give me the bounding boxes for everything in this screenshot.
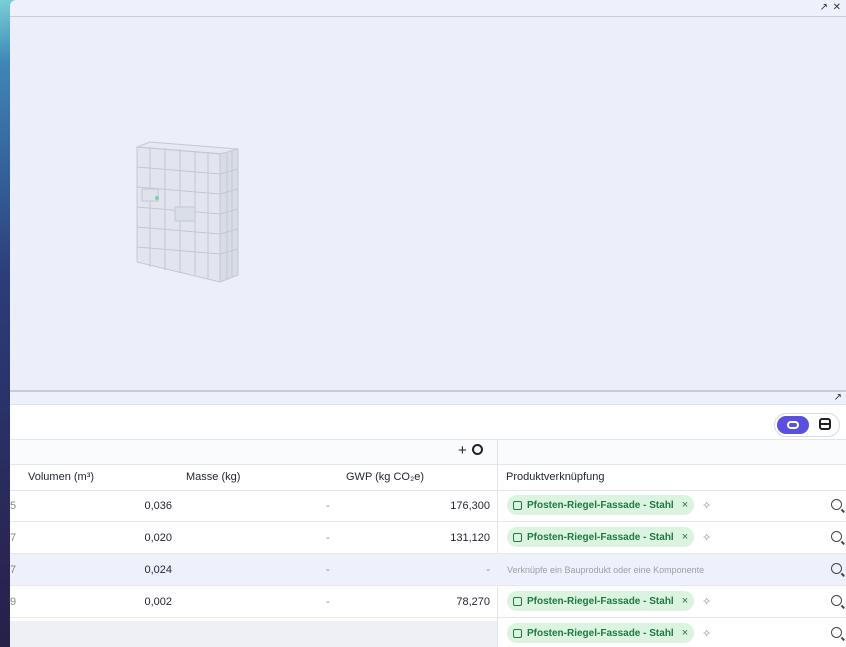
header-volumen[interactable]: Volumen (m³)	[28, 471, 94, 483]
expand-panel-icon[interactable]: ↗	[834, 392, 842, 403]
add-column-icon[interactable]: +	[458, 442, 467, 459]
pill-icon	[787, 421, 799, 429]
cell-gwp: 176,300	[450, 500, 490, 512]
product-name: Pfosten-Riegel-Fassade - Stahl	[527, 499, 674, 511]
table-toolbar: +	[10, 439, 846, 465]
row-index: 9	[10, 596, 17, 608]
cell-masse: -	[326, 564, 330, 576]
product-chip[interactable]: Pfosten-Riegel-Fassade - Stahl ×	[507, 495, 695, 515]
app-window: ↗ ✕ ↗ + Volumen (m³) Masse (kg) GWP (kg …	[10, 0, 846, 647]
table-panel: + Volumen (m³) Masse (kg) GWP (kg CO₂e) …	[10, 404, 846, 647]
3d-viewer[interactable]	[10, 17, 846, 390]
product-chip[interactable]: Pfosten-Riegel-Fassade - Stahl ×	[507, 623, 695, 643]
cell-gwp: 78,270	[456, 596, 490, 608]
search-icon[interactable]	[831, 499, 842, 510]
header-gwp[interactable]: GWP (kg CO₂e)	[346, 471, 424, 483]
cube-icon	[513, 628, 522, 638]
cube-icon	[513, 596, 522, 606]
view-toggle[interactable]	[774, 413, 840, 437]
header-masse[interactable]: Masse (kg)	[186, 471, 240, 483]
remove-link-icon[interactable]: ×	[682, 595, 688, 607]
ai-suggest-icon[interactable]: ✧	[702, 627, 711, 640]
toggle-3d-view[interactable]	[777, 416, 809, 434]
row-index: 7	[10, 532, 17, 544]
panel-resize-handle[interactable]	[10, 390, 846, 392]
table-row-selected[interactable]: 7 0,024 - - Verknüpfe ein Bauprodukt ode…	[10, 554, 846, 586]
table-row[interactable]: 7 0,020 - 131,120 Pfosten-Riegel-Fassade…	[10, 522, 846, 554]
product-chip[interactable]: Pfosten-Riegel-Fassade - Stahl ×	[507, 591, 695, 611]
remove-link-icon[interactable]: ×	[682, 531, 688, 543]
search-icon[interactable]	[831, 563, 842, 574]
row-index: 5	[10, 500, 17, 512]
cell-volumen: 0,002	[144, 596, 172, 608]
header-produktverknuepfung[interactable]: Produktverknüpfung	[506, 471, 604, 483]
close-icon[interactable]: ✕	[833, 3, 841, 13]
product-chip[interactable]: Pfosten-Riegel-Fassade - Stahl ×	[507, 527, 695, 547]
toggle-split-view-icon[interactable]	[819, 418, 831, 430]
table-header: Volumen (m³) Masse (kg) GWP (kg CO₂e) Pr…	[10, 463, 846, 491]
cell-masse: -	[326, 500, 330, 512]
cube-icon	[513, 532, 522, 542]
expand-icon[interactable]: ↗	[820, 3, 828, 13]
cell-masse: -	[326, 596, 330, 608]
settings-gear-icon[interactable]	[471, 444, 483, 455]
table-row[interactable]: 9 0,002 - 78,270 Pfosten-Riegel-Fassade …	[10, 586, 846, 618]
cell-volumen: 0,020	[144, 532, 172, 544]
selection-marker	[155, 196, 159, 200]
search-icon[interactable]	[831, 627, 842, 638]
cell-gwp: -	[486, 564, 490, 576]
cell-gwp: 131,120	[450, 532, 490, 544]
product-name: Pfosten-Riegel-Fassade - Stahl	[527, 627, 674, 639]
table-row[interactable]: 5 0,036 - 176,300 Pfosten-Riegel-Fassade…	[10, 490, 846, 522]
building-model[interactable]	[10, 17, 846, 390]
ai-suggest-icon[interactable]: ✧	[702, 531, 711, 544]
cube-icon	[513, 500, 522, 510]
cell-masse: -	[326, 532, 330, 544]
product-name: Pfosten-Riegel-Fassade - Stahl	[527, 531, 674, 543]
cell-volumen: 0,036	[144, 500, 172, 512]
remove-link-icon[interactable]: ×	[682, 627, 688, 639]
search-icon[interactable]	[831, 531, 842, 542]
ai-suggest-icon[interactable]: ✧	[702, 499, 711, 512]
product-name: Pfosten-Riegel-Fassade - Stahl	[527, 595, 674, 607]
link-product-placeholder[interactable]: Verknüpfe ein Bauprodukt oder eine Kompo…	[507, 565, 704, 575]
ai-suggest-icon[interactable]: ✧	[702, 595, 711, 608]
row-index: 7	[10, 564, 17, 576]
cell-volumen: 0,024	[144, 564, 172, 576]
column-tools: +	[458, 443, 483, 459]
search-icon[interactable]	[831, 595, 842, 606]
table-row[interactable]: Pfosten-Riegel-Fassade - Stahl × ✧	[10, 618, 846, 647]
remove-link-icon[interactable]: ×	[682, 499, 688, 511]
